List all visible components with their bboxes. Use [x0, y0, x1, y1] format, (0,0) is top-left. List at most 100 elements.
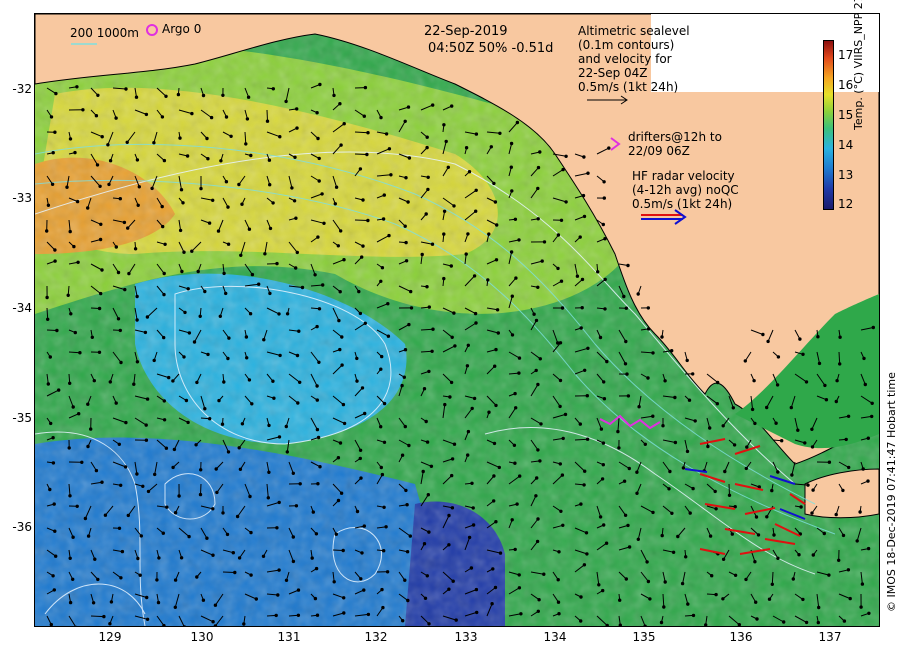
velocity-arrow-head — [721, 597, 725, 601]
velocity-arrow-head — [515, 502, 519, 506]
velocity-arrow-head — [431, 103, 435, 107]
velocity-arrow-head — [73, 150, 77, 155]
velocity-arrow — [354, 153, 367, 155]
credit-text: © IMOS 18-Dec-2019 07:41:47 Hobart time — [885, 372, 898, 612]
velocity-arrow-head — [691, 486, 695, 491]
velocity-arrow-head — [196, 269, 200, 274]
velocity-arrow-head — [261, 554, 266, 558]
velocity-arrow-head — [838, 335, 842, 339]
velocity-arrow-head — [49, 622, 53, 626]
velocity-arrow-head — [472, 396, 477, 401]
velocity-arrow-head — [342, 421, 347, 426]
velocity-arrow-head — [298, 482, 302, 486]
velocity-arrow-head — [721, 557, 726, 561]
velocity-arrow-head — [73, 330, 77, 335]
velocity-arrow-head — [224, 180, 229, 184]
velocity-arrow-head — [211, 620, 215, 624]
velocity-arrow-head — [626, 523, 630, 528]
velocity-arrow-head — [494, 520, 498, 524]
velocity-arrow-head — [453, 344, 457, 348]
velocity-arrow-head — [489, 145, 493, 149]
velocity-arrow-head — [332, 580, 336, 584]
y-tick-label: -35 — [12, 411, 32, 425]
velocity-arrow-head — [790, 473, 794, 477]
velocity-arrow-head — [180, 269, 184, 274]
velocity-arrow-head — [315, 613, 320, 617]
velocity-arrow-head — [224, 115, 229, 119]
velocity-arrow-head — [271, 87, 276, 91]
velocity-arrow-head — [561, 523, 565, 527]
velocity-arrow-head — [274, 613, 278, 618]
velocity-arrow-head — [240, 202, 244, 206]
velocity-arrow-head — [124, 87, 128, 91]
velocity-arrow-head — [317, 307, 322, 311]
velocity-arrow-head — [490, 602, 494, 606]
velocity-arrow-head — [300, 285, 305, 290]
velocity-arrow-head — [386, 334, 391, 338]
velocity-arrow-head — [838, 362, 842, 366]
x-tick-label: 136 — [729, 630, 753, 644]
velocity-arrow-head — [646, 376, 650, 380]
velocity-arrow-head — [290, 186, 294, 190]
velocity-arrow — [771, 571, 774, 585]
velocity-arrow-head — [100, 480, 104, 484]
velocity-arrow-head — [386, 302, 390, 306]
velocity-arrow-head — [509, 165, 513, 169]
velocity-arrow-head — [517, 573, 521, 577]
velocity-arrow-head — [685, 449, 690, 454]
velocity-arrow-head — [94, 114, 99, 118]
velocity-arrow-head — [160, 204, 164, 209]
velocity-arrow-head — [315, 427, 320, 432]
velocity-arrow-head — [139, 534, 144, 538]
velocity-arrow-head — [708, 426, 712, 430]
velocity-arrow-head — [492, 474, 496, 478]
velocity-arrow-head — [379, 425, 383, 429]
velocity-arrow-head — [224, 291, 228, 296]
velocity-arrow-head — [513, 391, 517, 396]
velocity-arrow-head — [425, 135, 429, 139]
velocity-arrow-head — [387, 233, 391, 238]
velocity-arrow-head — [72, 244, 76, 249]
velocity-arrow-head — [866, 479, 870, 483]
velocity-arrow-head — [599, 427, 604, 431]
velocity-arrow-head — [622, 479, 627, 483]
velocity-arrow-head — [605, 359, 609, 364]
velocity-arrow-head — [48, 355, 53, 359]
velocity-arrow-head — [182, 355, 186, 359]
velocity-arrow-head — [447, 513, 451, 518]
velocity-arrow-head — [382, 193, 386, 197]
velocity-arrow-head — [81, 108, 85, 112]
velocity-arrow-head — [71, 405, 75, 409]
velocity-arrow-head — [297, 329, 301, 333]
velocity-arrow-head — [580, 277, 585, 282]
velocity-arrow-head — [431, 327, 435, 331]
velocity-arrow-head — [245, 356, 249, 360]
velocity-arrow-head — [714, 592, 718, 597]
velocity-arrow-head — [155, 578, 159, 582]
colorbar-tick-label: 14 — [838, 138, 854, 152]
velocity-arrow-head — [164, 446, 169, 450]
velocity-arrow-head — [222, 380, 226, 384]
velocity-arrow-head — [404, 259, 409, 263]
velocity-arrow-head — [559, 279, 564, 283]
velocity-arrow-head — [117, 442, 122, 446]
velocity-arrow-head — [340, 335, 344, 339]
velocity-arrow-head — [136, 556, 140, 561]
velocity-arrow-head — [534, 368, 538, 373]
velocity-arrow-head — [514, 406, 518, 410]
velocity-arrow-head — [389, 173, 393, 177]
velocity-arrow-head — [94, 468, 99, 473]
velocity-arrow-head — [835, 379, 839, 383]
map-area[interactable] — [34, 13, 880, 627]
velocity-arrow — [354, 219, 368, 221]
velocity-arrow-head — [203, 289, 207, 294]
velocity-arrow-head — [53, 529, 57, 533]
velocity-arrow-head — [496, 331, 500, 335]
velocity-arrow-head — [474, 321, 478, 325]
velocity-arrow-head — [513, 461, 517, 465]
velocity-arrow-head — [68, 381, 72, 385]
velocity-arrow-head — [512, 443, 517, 447]
velocity-arrow-head — [226, 356, 230, 361]
velocity-arrow-head — [355, 356, 359, 361]
velocity-arrow-head — [53, 130, 57, 134]
